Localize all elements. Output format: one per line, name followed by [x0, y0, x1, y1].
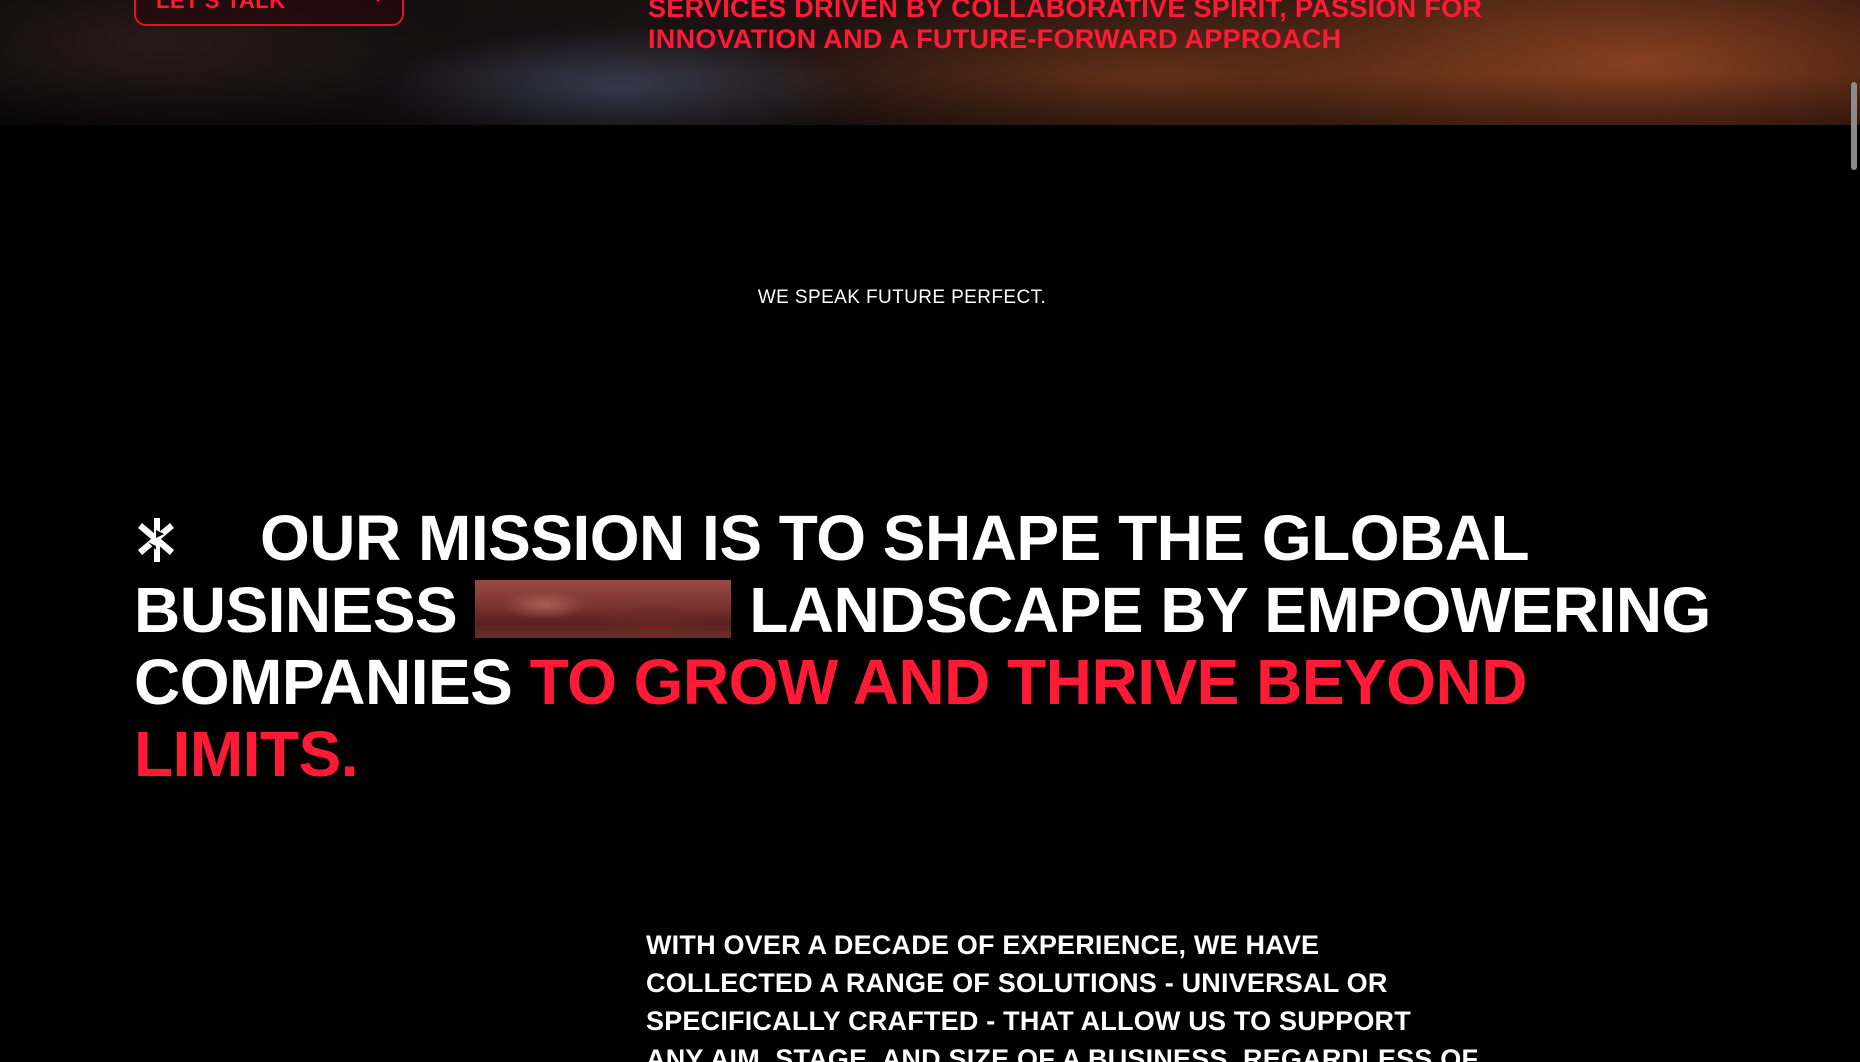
mission-line-1: OUR MISSION IS TO SHAPE THE GLOBAL: [134, 502, 1694, 574]
hero-tagline: SERVICES DRIVEN BY COLLABORATIVE SPIRIT,…: [648, 0, 1483, 54]
hero-section: LET'S TALK SERVICES DRIVEN BY COLLABORAT…: [0, 0, 1860, 125]
about-line-1: WITH OVER A DECADE OF EXPERIENCE, WE HAV…: [646, 930, 1320, 960]
asterisk-icon: [138, 518, 174, 562]
scrollbar-thumb[interactable]: [1851, 82, 1857, 170]
lets-talk-button-label: LET'S TALK: [156, 0, 286, 13]
lets-talk-button[interactable]: LET'S TALK: [134, 0, 404, 26]
mission-line-2-end: LANDSCAPE BY EMPOWERING: [749, 574, 1711, 646]
about-line-2: COLLECTED A RANGE OF SOLUTIONS - UNIVERS…: [646, 968, 1388, 998]
section-eyebrow: WE SPEAK FUTURE PERFECT.: [757, 287, 1047, 308]
mission-line-4: LIMITS.: [134, 718, 359, 790]
mission-line-3-white: COMPANIES: [134, 646, 513, 718]
mission-line-1-text: OUR MISSION IS TO SHAPE THE GLOBAL: [260, 502, 1530, 574]
about-paragraph: WITH OVER A DECADE OF EXPERIENCE, WE HAV…: [646, 926, 1546, 1062]
landscape-inline-image: [475, 580, 732, 638]
about-line-4: ANY AIM, STAGE, AND SIZE OF A BUSINESS, …: [646, 1044, 1479, 1062]
mission-line-2: BUSINESS LANDSCAPE BY EMPOWERING: [134, 574, 1711, 646]
asterisk-icon: [376, 0, 380, 2]
mission-line-2-start: BUSINESS: [134, 574, 458, 646]
mission-line-3-red: TO GROW AND THRIVE BEYOND: [529, 646, 1528, 718]
about-line-3: SPECIFICALLY CRAFTED - THAT ALLOW US TO …: [646, 1006, 1411, 1036]
mission-statement: OUR MISSION IS TO SHAPE THE GLOBAL BUSIN…: [134, 502, 1711, 790]
mission-line-3: COMPANIES TO GROW AND THRIVE BEYOND: [134, 646, 1694, 718]
